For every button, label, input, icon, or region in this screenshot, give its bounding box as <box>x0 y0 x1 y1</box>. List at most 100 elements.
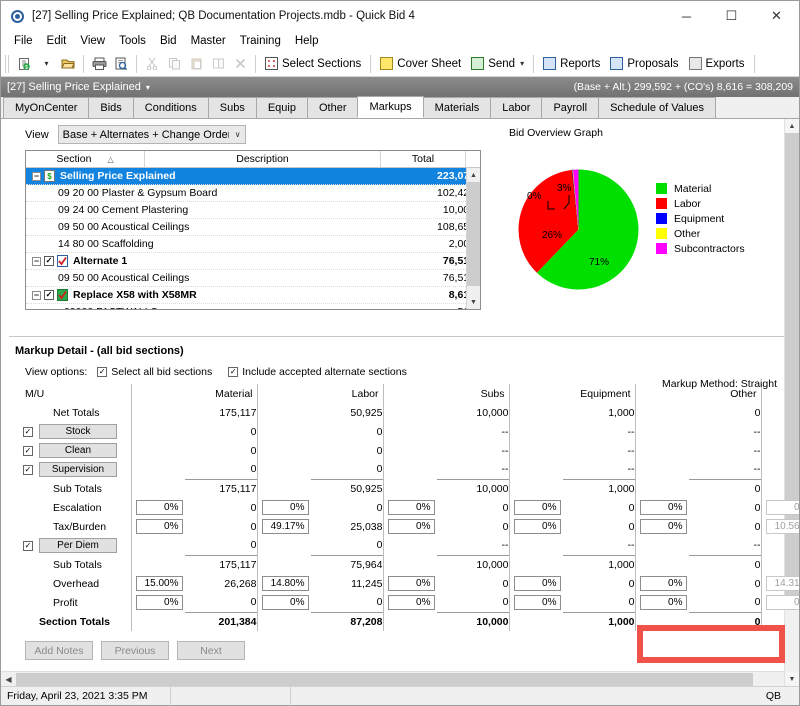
tree-row-checkbox[interactable]: ✓ <box>44 256 54 266</box>
send-button[interactable]: Send ▾ <box>466 53 529 75</box>
new-bid-dropdown-icon[interactable]: ▾ <box>35 53 57 75</box>
menu-tools[interactable]: Tools <box>112 33 153 49</box>
sort-ascending-icon[interactable]: △ <box>107 155 113 164</box>
option-include-accepted-alternate-sections[interactable]: ✓ Include accepted alternate sections <box>228 366 407 378</box>
chevron-down-icon[interactable]: ∨ <box>229 130 241 139</box>
select-all-bid-sections-checkbox[interactable]: ✓ <box>97 367 108 377</box>
previous-button[interactable]: Previous <box>101 641 169 660</box>
option-select-all-bid-sections[interactable]: ✓ Select all bid sections <box>97 366 212 378</box>
reports-button[interactable]: Reports <box>538 53 605 75</box>
stock-checkbox[interactable]: ✓ <box>23 426 33 437</box>
tax-burden-equipment-input[interactable]: 0% <box>513 519 561 534</box>
view-dropdown[interactable]: Base + Alternates + Change Orders ∨ <box>57 125 246 144</box>
escalation-other-input[interactable]: 0% <box>639 500 687 515</box>
table-row[interactable]: 09 24 00 Cement Plastering 10,000 <box>26 202 480 219</box>
row-mu-per-diem[interactable]: ✓ Per Diem <box>13 536 131 555</box>
row-mu-supervision[interactable]: ✓ Supervision <box>13 460 131 479</box>
row-mu-clean[interactable]: ✓ Clean <box>13 441 131 460</box>
row-mu-stock[interactable]: ✓ Stock <box>13 422 131 441</box>
tree-col-description[interactable]: Description <box>145 151 381 167</box>
hscroll-track[interactable] <box>16 672 784 686</box>
profit-material-input[interactable]: 0% <box>135 595 183 610</box>
table-row[interactable]: 09 50 00 Acoustical Ceilings 108,654 <box>26 219 480 236</box>
tab-other[interactable]: Other <box>306 97 359 118</box>
tab-materials[interactable]: Materials <box>422 97 492 118</box>
clean-button[interactable]: Clean <box>39 443 117 458</box>
include-alternates-checkbox[interactable]: ✓ <box>228 367 239 377</box>
escalation-equipment-input[interactable]: 0% <box>513 500 561 515</box>
proposals-button[interactable]: Proposals <box>605 53 683 75</box>
maximize-button[interactable]: ☐ <box>709 1 754 31</box>
profit-subs-input[interactable]: 0% <box>387 595 435 610</box>
stock-button[interactable]: Stock <box>39 424 117 439</box>
expander-icon[interactable]: − <box>32 290 41 300</box>
open-folder-icon[interactable] <box>57 53 79 75</box>
exports-button[interactable]: Exports <box>684 53 750 75</box>
expander-icon[interactable]: − <box>32 256 41 266</box>
tab-schedule-of-values[interactable]: Schedule of Values <box>598 97 717 118</box>
menu-master[interactable]: Master <box>184 33 233 49</box>
menu-training[interactable]: Training <box>233 33 288 49</box>
bid-header-dropdown-icon[interactable]: ▾ <box>146 83 150 92</box>
table-row[interactable]: 14 80 00 Scaffolding 2,000 <box>26 236 480 253</box>
profit-labor-input[interactable]: 0% <box>261 595 309 610</box>
table-row[interactable]: 09 20 00 Plaster & Gypsum Board 102,422 <box>26 185 480 202</box>
hscroll-left-icon[interactable]: ◀ <box>1 675 16 684</box>
table-row[interactable]: − ✓ Replace X58 with X58MR 8,616 <box>26 287 480 304</box>
tax-burden-other-input[interactable]: 0% <box>639 519 687 534</box>
menu-bid[interactable]: Bid <box>153 33 184 49</box>
menu-edit[interactable]: Edit <box>40 33 74 49</box>
tab-bids[interactable]: Bids <box>88 97 134 118</box>
tab-equip[interactable]: Equip <box>255 97 308 118</box>
toolbar-grip[interactable] <box>5 54 10 73</box>
tab-subs[interactable]: Subs <box>207 97 257 118</box>
escalation-material-input[interactable]: 0% <box>135 500 183 515</box>
supervision-button[interactable]: Supervision <box>39 462 117 477</box>
supervision-checkbox[interactable]: ✓ <box>23 464 33 475</box>
menu-file[interactable]: File <box>7 33 40 49</box>
tab-labor[interactable]: Labor <box>490 97 543 118</box>
table-row[interactable]: − $ Selling Price Explained 223,075 <box>26 168 480 185</box>
tree-col-section[interactable]: Section △ <box>26 151 145 167</box>
next-button[interactable]: Next <box>177 641 245 660</box>
escalation-subs-input[interactable]: 0% <box>387 500 435 515</box>
tax-burden-subs-input[interactable]: 0% <box>387 519 435 534</box>
escalation-labor-input[interactable]: 0% <box>261 500 309 515</box>
table-row[interactable]: 09000 FASTWALLS 516 <box>26 304 480 309</box>
profit-equipment-input[interactable]: 0% <box>513 595 561 610</box>
table-row[interactable]: − ✓ Alternate 1 76,517 <box>26 253 480 270</box>
tree-scroll-track[interactable] <box>467 182 480 295</box>
menu-help[interactable]: Help <box>288 33 326 49</box>
tax-burden-material-input[interactable]: 0% <box>135 519 183 534</box>
print-preview-icon[interactable] <box>110 53 132 75</box>
tree-scroll-down-icon[interactable]: ▼ <box>467 295 480 309</box>
tax-burden-labor-input[interactable]: 49.17% <box>261 519 309 534</box>
tab-myoncenter[interactable]: MyOnCenter <box>3 97 90 118</box>
per-diem-button[interactable]: Per Diem <box>39 538 117 553</box>
send-caret-icon[interactable]: ▾ <box>520 59 524 68</box>
sections-tree[interactable]: Section △ Description Total − $ Selling … <box>25 150 481 310</box>
tree-scroll-up-icon[interactable]: ▲ <box>467 168 480 182</box>
horizontal-scrollbar[interactable]: ◀ ▶ <box>1 671 799 686</box>
tree-row-checkbox[interactable]: ✓ <box>44 290 54 300</box>
menu-view[interactable]: View <box>73 33 112 49</box>
new-bid-icon[interactable]: $ <box>13 53 35 75</box>
expander-icon[interactable]: − <box>32 171 41 181</box>
minimize-button[interactable]: ─ <box>664 1 709 31</box>
page-scroll-down-icon[interactable]: ▼ <box>785 672 799 686</box>
add-notes-button[interactable]: Add Notes <box>25 641 93 660</box>
overhead-material-input[interactable]: 15.00% <box>135 576 183 591</box>
per-diem-checkbox[interactable]: ✓ <box>23 540 33 551</box>
tree-col-total[interactable]: Total <box>381 151 466 167</box>
tree-scrollbar[interactable]: ▲ ▼ <box>466 168 480 309</box>
profit-other-input[interactable]: 0% <box>639 595 687 610</box>
print-icon[interactable] <box>88 53 110 75</box>
clean-checkbox[interactable]: ✓ <box>23 445 33 456</box>
close-button[interactable]: ✕ <box>754 1 799 31</box>
tab-markups[interactable]: Markups <box>357 96 424 118</box>
tab-payroll[interactable]: Payroll <box>541 97 600 118</box>
overhead-labor-input[interactable]: 14.80% <box>261 576 309 591</box>
overhead-subs-input[interactable]: 0% <box>387 576 435 591</box>
overhead-other-input[interactable]: 0% <box>639 576 687 591</box>
tab-conditions[interactable]: Conditions <box>132 97 209 118</box>
